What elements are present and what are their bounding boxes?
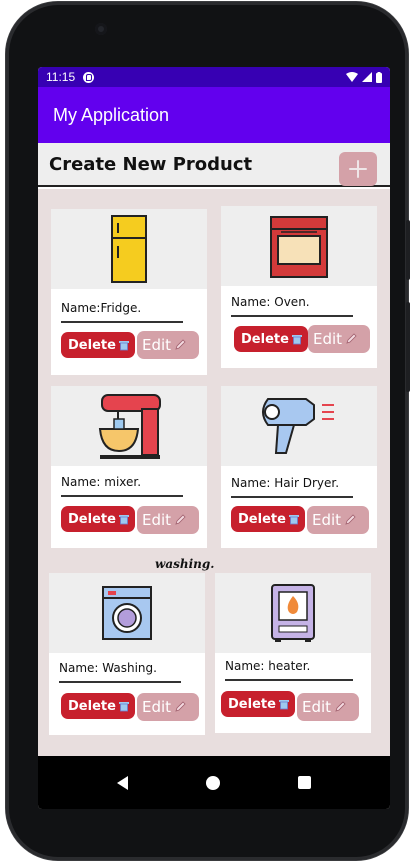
mixer-icon [98,394,161,459]
delete-label: Delete [238,511,286,527]
product-image [215,573,371,653]
pencil-icon [345,514,356,525]
product-image [49,573,205,653]
edit-label: Edit [312,511,342,529]
product-image [51,386,207,466]
trash-icon [278,700,289,710]
front-camera [95,23,107,35]
navigation-bar [38,756,390,809]
product-card: Name: Hair Dryer. Delete Edit [221,386,377,548]
name-underline [59,681,181,683]
edit-label: Edit [142,511,172,529]
delete-button[interactable]: Delete [234,326,308,352]
trash-icon [118,702,129,712]
product-card: Name: Oven. Delete Edit [221,206,377,368]
delete-button[interactable]: Delete [61,332,135,358]
product-card: Name: mixer. Delete Edit [51,386,207,548]
name-underline [231,496,353,498]
trash-icon [118,341,129,351]
trash-icon [291,335,302,345]
signal-icon [362,72,372,82]
edit-label: Edit [142,336,172,354]
delete-button[interactable]: Delete [231,506,305,532]
edit-button[interactable]: Edit [137,331,199,359]
page-title: Create New Product [49,153,253,175]
pencil-icon [175,701,186,712]
delete-button[interactable]: Delete [61,506,135,532]
battery-icon [376,71,382,83]
product-name: Name: Hair Dryer. [231,476,340,490]
pencil-icon [346,333,357,344]
screen: 11:15 My Application Create New Product [38,67,390,809]
product-name: Name: mixer. [61,475,142,489]
product-image [51,209,207,289]
product-name: Name: Oven. [231,295,310,309]
pencil-icon [175,514,186,525]
product-card: Name: heater. Delete Edit [215,573,371,733]
add-product-button[interactable] [339,152,377,186]
back-icon[interactable] [117,775,128,790]
fridge-icon [111,215,147,283]
product-image [221,386,377,466]
product-grid: Name:Fridge. Delete Edit Name: Oven. Del… [38,189,390,799]
edit-label: Edit [142,698,172,716]
phone-frame: 11:15 My Application Create New Product [6,2,410,860]
name-underline [231,315,353,317]
product-name: Name: Washing. [59,661,157,675]
status-bar: 11:15 [38,67,390,87]
wifi-icon [346,72,358,82]
power-button [406,220,410,280]
edit-button[interactable]: Edit [137,506,199,534]
status-time: 11:15 [46,70,76,84]
notification-icon [83,71,95,83]
delete-label: Delete [68,698,116,714]
product-name: Name: heater. [225,659,311,673]
name-underline [61,495,183,497]
recents-icon[interactable] [298,776,311,789]
product-image [221,206,377,286]
edit-button[interactable]: Edit [308,325,370,353]
edit-button[interactable]: Edit [137,693,199,721]
pencil-icon [335,701,346,712]
delete-label: Delete [241,331,289,347]
delete-button[interactable]: Delete [221,691,295,717]
name-underline [225,679,353,681]
home-icon[interactable] [206,775,220,790]
washing-machine-icon [102,586,152,640]
edit-button[interactable]: Edit [297,693,359,721]
delete-label: Delete [228,696,276,712]
pencil-icon [175,339,186,350]
delete-label: Delete [68,511,116,527]
trash-icon [288,515,299,525]
edit-label: Edit [313,330,343,348]
edit-label: Edit [302,698,332,716]
name-underline [61,321,183,323]
product-card: Name: Washing. Delete Edit [49,573,205,735]
washing-label: washing. [155,557,215,571]
trash-icon [118,515,129,525]
create-product-header: Create New Product [38,143,390,187]
product-name: Name:Fridge. [61,301,142,315]
app-title: My Application [53,104,170,125]
heater-icon [271,584,315,642]
oven-icon [270,216,328,278]
delete-button[interactable]: Delete [61,693,135,719]
product-card: Name:Fridge. Delete Edit [51,209,207,375]
app-bar: My Application [38,87,390,143]
edit-button[interactable]: Edit [307,506,369,534]
hair-dryer-icon [262,398,334,454]
volume-button [406,302,410,392]
delete-label: Delete [68,337,116,353]
status-icons [346,71,382,83]
